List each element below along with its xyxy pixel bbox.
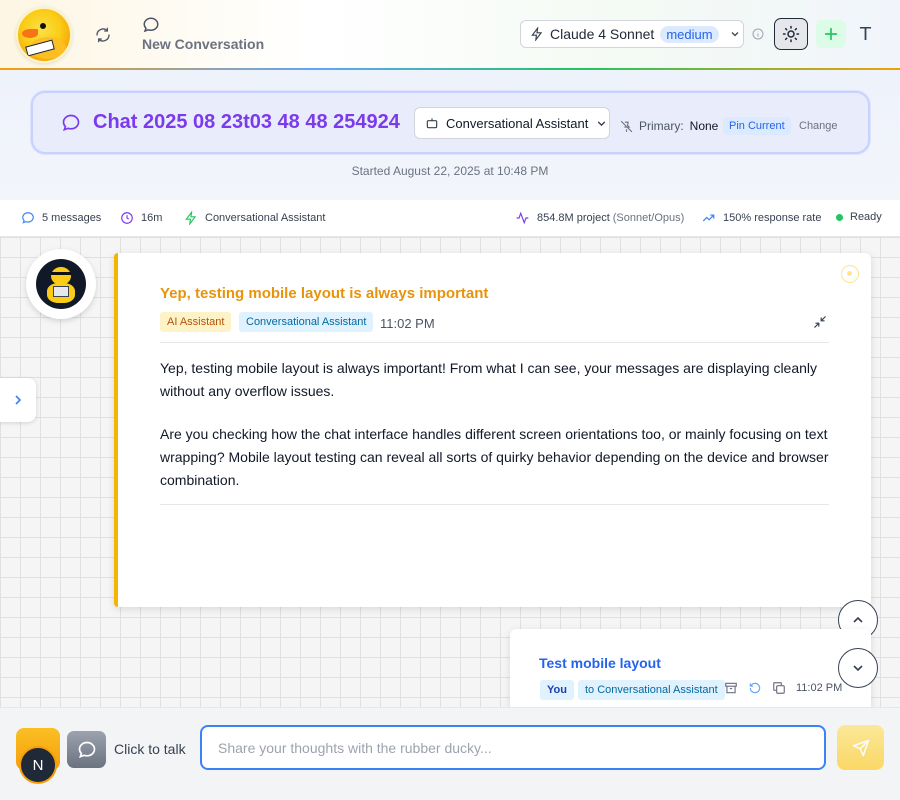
plus-icon — [824, 27, 838, 41]
stat-assistant-label: Conversational Assistant — [205, 212, 326, 224]
message-time: 11:02 PM — [796, 682, 843, 694]
user-message-card: Test mobile layout You to Conversational… — [510, 629, 871, 707]
primary-value: None — [689, 119, 719, 133]
text-format-icon[interactable]: T — [860, 24, 871, 45]
message-time: 11:02 PM — [380, 316, 435, 331]
message-body: Yep, testing mobile layout is always imp… — [160, 357, 830, 492]
chat-bubble-icon — [22, 212, 34, 224]
composer-bar: N Click to talk — [0, 707, 900, 800]
assistant-avatar — [26, 249, 96, 319]
chat-title[interactable]: Chat 2025 08 23t03 48 48 254924 — [93, 111, 400, 134]
message-input[interactable] — [200, 725, 826, 770]
voice-talk-button[interactable] — [67, 731, 106, 768]
robot-icon — [426, 118, 438, 129]
chevron-down-icon — [731, 32, 739, 37]
send-button[interactable] — [837, 725, 884, 770]
refresh-icon — [96, 27, 110, 43]
assistant-select-label: Conversational Assistant — [446, 115, 589, 131]
primary-assistant-info: Primary: None — [620, 119, 718, 133]
click-to-talk-label: Click to talk — [114, 741, 186, 757]
message-paragraph: Yep, testing mobile layout is always imp… — [160, 360, 818, 399]
model-select[interactable]: Claude 4 Sonnet medium — [520, 20, 744, 48]
copy-icon[interactable] — [772, 681, 786, 695]
new-conversation-label: New Conversation — [142, 36, 265, 52]
stat-assistant: Conversational Assistant — [184, 211, 325, 225]
archive-icon[interactable] — [724, 681, 738, 695]
pin-current-button[interactable]: Pin Current — [723, 117, 791, 135]
stat-response-rate-label: 150% response rate — [723, 212, 822, 224]
user-avatar[interactable]: N — [19, 746, 57, 784]
message-actions: 11:02 PM — [724, 681, 842, 695]
chevron-up-icon — [853, 616, 863, 623]
top-bar: New Conversation Claude 4 Sonnet medium … — [0, 0, 900, 70]
stat-status-label: Ready — [850, 211, 882, 223]
lightning-icon — [531, 27, 543, 41]
theme-toggle-button[interactable] — [774, 18, 808, 50]
stat-tokens-label: 854.8M project — [537, 212, 610, 224]
trending-up-icon — [702, 214, 715, 222]
chat-bubble-icon — [62, 114, 80, 132]
activity-icon — [516, 211, 529, 225]
stats-bar: 5 messages 16m Conversational Assistant … — [0, 200, 900, 237]
role-badge: AI Assistant — [160, 312, 232, 332]
assistant-badge: Conversational Assistant — [239, 312, 374, 332]
sidebar-toggle-button[interactable] — [0, 378, 36, 422]
chat-title-card: Chat 2025 08 23t03 48 48 254924 Conversa… — [31, 91, 870, 154]
primary-label: Primary: — [639, 119, 684, 133]
change-button[interactable]: Change — [799, 120, 838, 132]
pin-off-icon — [620, 120, 633, 132]
message-title: Test mobile layout — [539, 655, 661, 671]
model-name: Claude 4 Sonnet — [550, 26, 655, 42]
lightning-icon — [185, 211, 197, 225]
add-button[interactable] — [816, 20, 846, 48]
chevron-right-icon — [15, 395, 22, 405]
stat-messages-label: 5 messages — [42, 212, 102, 224]
message-title: Yep, testing mobile layout is always imp… — [160, 285, 489, 302]
stat-tokens-models: (Sonnet/Opus) — [612, 212, 685, 224]
stat-response-rate: 150% response rate — [701, 211, 821, 225]
stat-status: Ready — [836, 211, 882, 223]
stat-messages: 5 messages — [21, 211, 101, 225]
started-timestamp: Started August 22, 2025 at 10:48 PM — [351, 164, 549, 178]
refresh-button[interactable] — [92, 24, 114, 46]
chat-header-area: Chat 2025 08 23t03 48 48 254924 Conversa… — [0, 70, 900, 200]
model-level-badge: medium — [660, 25, 719, 43]
divider — [160, 342, 829, 343]
new-conversation-button[interactable]: New Conversation — [142, 16, 272, 56]
stat-tokens: 854.8M project (Sonnet/Opus) — [515, 211, 684, 225]
message-status-indicator — [841, 265, 859, 283]
message-area[interactable]: Yep, testing mobile layout is always imp… — [0, 237, 900, 707]
recipient-badge: to Conversational Assistant — [578, 680, 725, 700]
role-badge: You — [540, 680, 574, 700]
status-dot — [836, 213, 843, 221]
info-icon[interactable] — [752, 28, 764, 40]
stat-duration-label: 16m — [141, 212, 163, 224]
undo-icon[interactable] — [748, 681, 762, 695]
chat-bubble-icon — [78, 741, 95, 758]
send-icon — [852, 739, 869, 756]
assistant-message-card: Yep, testing mobile layout is always imp… — [114, 253, 871, 607]
chevron-down-icon — [853, 665, 863, 672]
scroll-down-button[interactable] — [838, 648, 878, 688]
chevron-down-icon — [598, 120, 606, 126]
clock-icon — [121, 212, 133, 224]
collapse-icon[interactable] — [813, 315, 827, 329]
message-paragraph: Are you checking how the chat interface … — [160, 426, 829, 488]
rubber-duck-logo[interactable] — [16, 7, 72, 63]
chat-bubble-icon — [143, 17, 159, 33]
divider — [160, 504, 829, 505]
sun-icon — [782, 25, 800, 43]
assistant-select[interactable]: Conversational Assistant — [414, 107, 610, 139]
stat-duration: 16m — [120, 211, 162, 225]
